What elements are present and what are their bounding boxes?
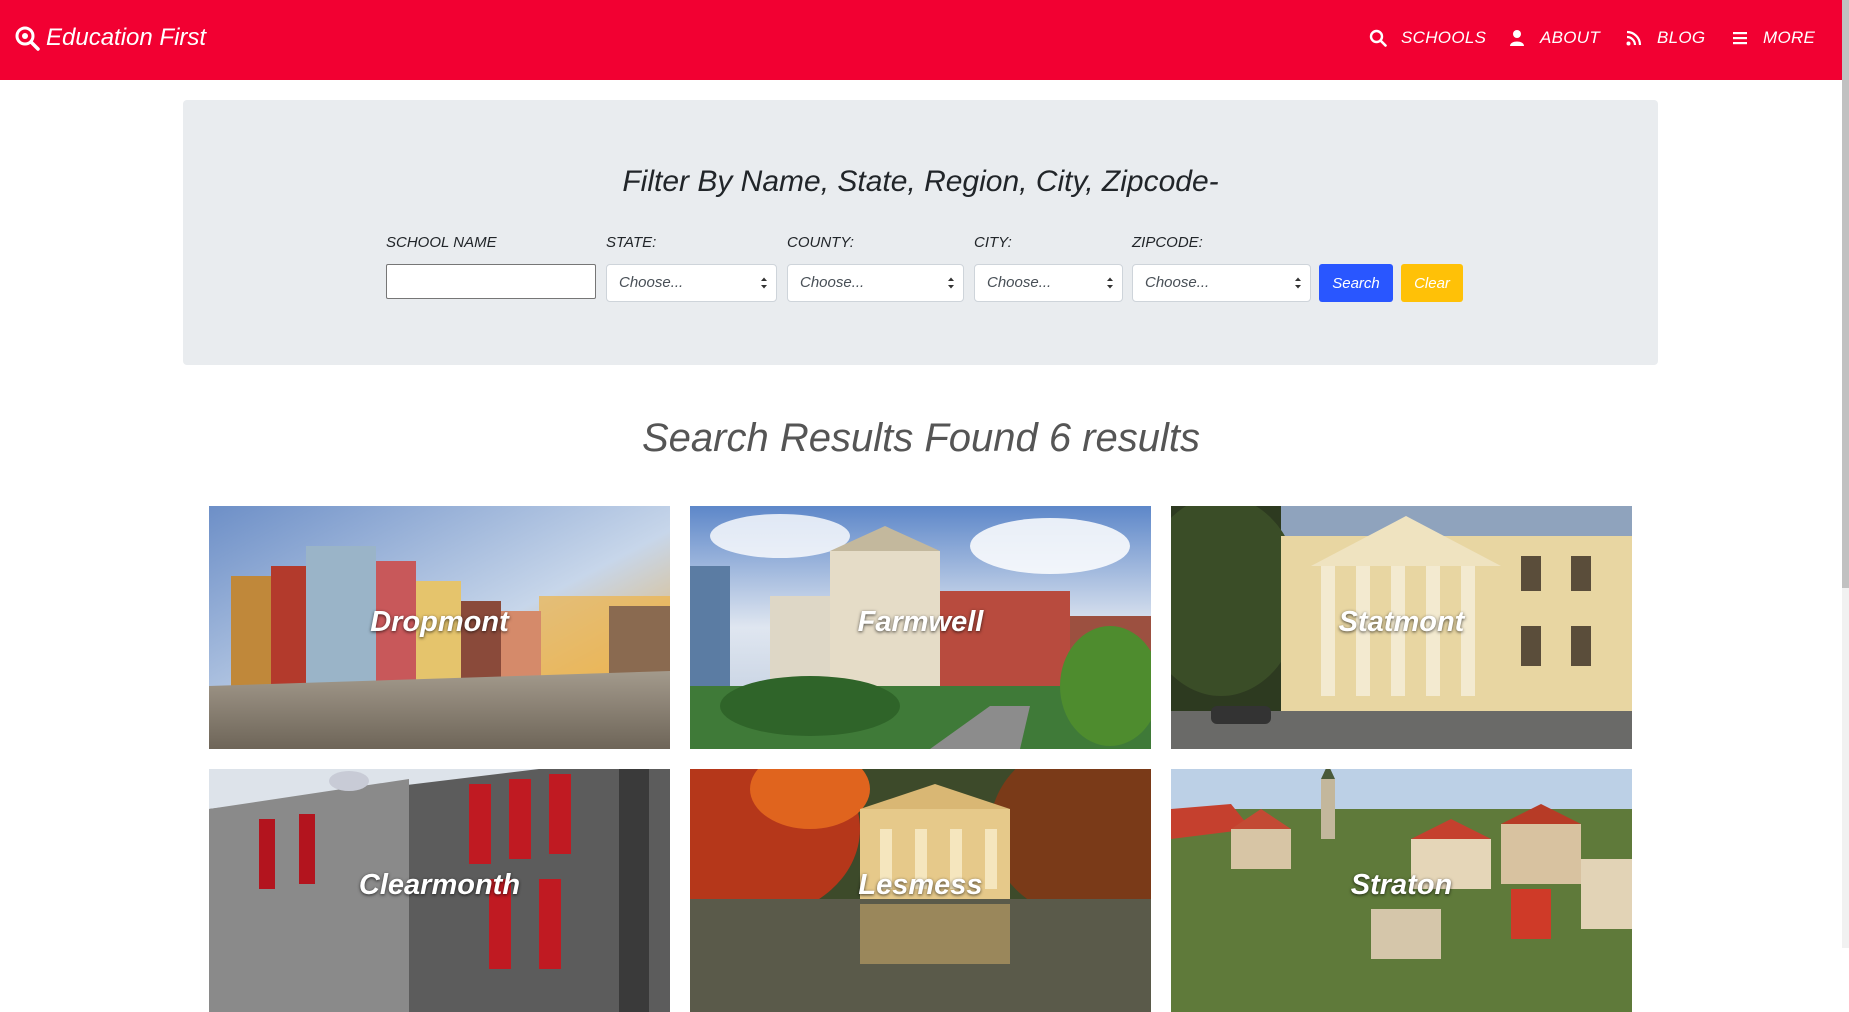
user-icon	[1510, 30, 1524, 46]
nav-more-label: MORE	[1763, 28, 1816, 47]
state-select[interactable]: Choose...	[606, 264, 777, 302]
zipcode-select[interactable]: Choose...	[1132, 264, 1311, 302]
nav-about-label: ABOUT	[1540, 28, 1601, 47]
rss-icon	[1626, 30, 1642, 46]
city-select[interactable]: Choose...	[974, 264, 1123, 302]
school-card-title: Clearmonth	[358, 869, 521, 901]
state-select-value: Choose...	[619, 274, 684, 291]
zipcode-label: ZIPCODE:	[1132, 234, 1203, 251]
search-button[interactable]: Search	[1319, 264, 1393, 302]
nav-schools[interactable]: SCHOOLS	[1369, 28, 1486, 48]
county-select[interactable]: Choose...	[787, 264, 964, 302]
nav-blog[interactable]: BLOG	[1625, 28, 1705, 48]
school-name-label: SCHOOL NAME	[386, 234, 497, 251]
nav-schools-label: SCHOOLS	[1401, 28, 1487, 47]
state-label: STATE:	[606, 234, 657, 251]
county-select-value: Choose...	[800, 274, 865, 291]
school-card[interactable]: Dropmont	[209, 506, 670, 749]
select-caret-icon	[761, 277, 767, 289]
scrollbar-thumb[interactable]	[1842, 0, 1849, 588]
results-heading: Search Results Found 6 results	[641, 416, 1201, 460]
clear-button[interactable]: Clear	[1401, 264, 1463, 302]
search-icon	[1369, 29, 1387, 47]
menu-icon	[1733, 32, 1747, 45]
nav-more[interactable]: MORE	[1731, 28, 1815, 48]
select-caret-icon	[1295, 277, 1301, 289]
county-label: COUNTY:	[787, 234, 854, 251]
city-select-value: Choose...	[987, 274, 1052, 291]
zipcode-select-value: Choose...	[1145, 274, 1210, 291]
school-card-title: Statmont	[1338, 606, 1465, 638]
nav-blog-label: BLOG	[1657, 28, 1706, 47]
school-card-title: Farmwell	[857, 606, 984, 638]
school-card[interactable]: Straton	[1171, 769, 1632, 1012]
school-name-input[interactable]	[386, 264, 596, 299]
select-caret-icon	[1107, 277, 1113, 289]
page-scrollbar[interactable]	[1842, 0, 1849, 948]
school-card-title: Lesmess	[858, 869, 983, 901]
magnifier-icon	[15, 26, 40, 51]
nav-about[interactable]: ABOUT	[1508, 28, 1600, 48]
brand-link[interactable]: Education First	[14, 24, 206, 52]
select-caret-icon	[948, 277, 954, 289]
top-navbar: Education First SCHOOLS ABOUT BLOG MORE	[0, 0, 1842, 80]
school-card[interactable]: Farmwell	[690, 506, 1151, 749]
brand-name: Education First	[46, 24, 207, 51]
filter-panel: Filter By Name, State, Region, City, Zip…	[183, 100, 1658, 365]
school-card[interactable]: Clearmonth	[209, 769, 670, 1012]
city-label: CITY:	[974, 234, 1012, 251]
school-card[interactable]: Lesmess	[690, 769, 1151, 1012]
filter-title: Filter By Name, State, Region, City, Zip…	[622, 165, 1219, 198]
school-card-title: Dropmont	[370, 606, 509, 638]
school-card[interactable]: Statmont	[1171, 506, 1632, 749]
school-card-title: Straton	[1350, 869, 1453, 901]
